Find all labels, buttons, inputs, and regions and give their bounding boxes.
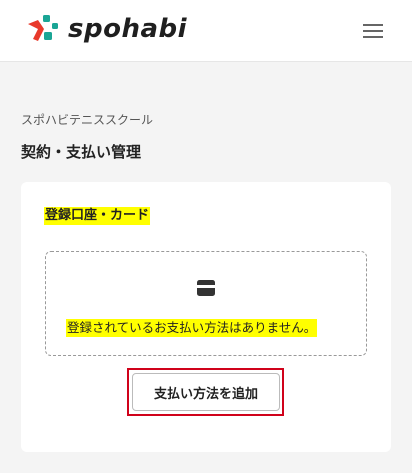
empty-payment-methods-box	[45, 251, 367, 356]
hamburger-menu-icon[interactable]	[358, 20, 388, 42]
top-header: spohabi	[0, 0, 412, 62]
page-title: 契約・支払い管理	[21, 143, 142, 161]
empty-payment-message: 登録されているお支払い方法はありません。	[66, 319, 318, 337]
brand-logo-text[interactable]: spohabi	[68, 12, 187, 46]
add-payment-method-button[interactable]: 支払い方法を追加	[132, 373, 280, 411]
section-title-registered-accounts: 登録口座・カード	[44, 207, 151, 225]
spohabi-logo-icon[interactable]	[26, 14, 60, 48]
credit-card-icon	[197, 280, 215, 296]
school-name: スポハビテニススクール	[21, 113, 154, 127]
